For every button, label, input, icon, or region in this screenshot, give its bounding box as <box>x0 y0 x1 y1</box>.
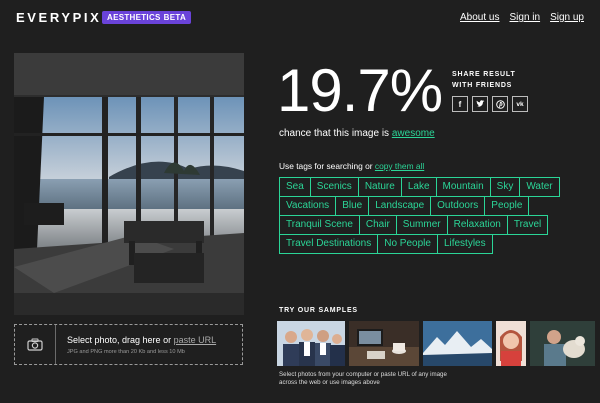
awesome-word: awesome <box>391 128 435 139</box>
tag-lifestyles[interactable]: Lifestyles <box>436 234 493 254</box>
tag-lake[interactable]: Lake <box>400 177 437 197</box>
tag-water[interactable]: Water <box>519 177 560 197</box>
tag-relaxation[interactable]: Relaxation <box>446 215 508 235</box>
tag-blue[interactable]: Blue <box>335 196 370 216</box>
awesome-percentage: 19.7% <box>277 57 443 124</box>
tag-no-people[interactable]: No People <box>377 234 438 254</box>
analyzed-photo <box>14 53 244 315</box>
tag-tranquil-scene[interactable]: Tranquil Scene <box>279 215 360 235</box>
tag-list: Sea Scenics Nature Lake Mountain Sky Wat… <box>279 177 574 254</box>
badge-label: AESTHETICS <box>107 13 161 22</box>
chance-prefix: chance that this image is <box>279 128 392 139</box>
aesthetics-badge: AESTHETICS BETA <box>102 11 192 24</box>
sample-thumbnails <box>277 321 595 366</box>
sample-mountain-lake[interactable] <box>423 321 492 366</box>
tag-scenics[interactable]: Scenics <box>309 177 359 197</box>
tag-outdoors[interactable]: Outdoors <box>430 196 486 216</box>
upload-instruction: Select photo, drag here or paste URL <box>67 335 216 345</box>
top-nav: About us Sign in Sign up <box>460 12 584 23</box>
tag-summer[interactable]: Summer <box>395 215 448 235</box>
share-title-line1: SHARE RESULT <box>452 71 516 78</box>
top-bar: EVERYPIXEL AESTHETICS BETA About us Sign … <box>0 0 600 36</box>
upload-dropzone[interactable]: Select photo, drag here or paste URL JPG… <box>14 324 243 365</box>
tag-nature[interactable]: Nature <box>357 177 402 197</box>
facebook-icon[interactable]: f <box>452 96 468 112</box>
sign-up-link[interactable]: Sign up <box>550 12 584 23</box>
tags-label: Use tags for searching or copy them all <box>279 161 424 171</box>
tag-people[interactable]: People <box>484 196 530 216</box>
paste-url-link[interactable]: paste URL <box>174 335 217 345</box>
samples-title: TRY OUR SAMPLES <box>279 307 358 314</box>
share-title-line2: WITH FRIENDS <box>452 82 513 89</box>
beta-label: BETA <box>163 13 187 22</box>
sample-business-people[interactable] <box>277 321 345 366</box>
sample-smiling-girl[interactable] <box>496 321 526 366</box>
pinterest-icon[interactable] <box>492 96 508 112</box>
upload-requirements: JPG and PNG more than 20 Kb and less 10 … <box>67 349 185 355</box>
copy-all-tags-link[interactable]: copy them all <box>375 161 424 171</box>
about-us-link[interactable]: About us <box>460 12 499 23</box>
tag-mountain[interactable]: Mountain <box>435 177 491 197</box>
tag-sea[interactable]: Sea <box>279 177 311 197</box>
tag-travel-destinations[interactable]: Travel Destinations <box>279 234 379 254</box>
tags-label-text: Use tags for searching or <box>279 161 375 171</box>
tag-sky[interactable]: Sky <box>489 177 521 197</box>
sign-in-link[interactable]: Sign in <box>510 12 541 23</box>
camera-icon[interactable] <box>15 325 56 364</box>
tag-landscape[interactable]: Landscape <box>368 196 432 216</box>
vk-icon[interactable]: vk <box>512 96 528 112</box>
share-title: SHARE RESULT WITH FRIENDS <box>452 69 532 91</box>
tag-vacations[interactable]: Vacations <box>279 196 337 216</box>
sample-dog-person[interactable] <box>530 321 595 366</box>
samples-note: Select photos from your computer or past… <box>279 371 447 386</box>
sample-coffee-desk[interactable] <box>349 321 419 366</box>
chance-text: chance that this image is awesome <box>279 128 435 139</box>
twitter-icon[interactable] <box>472 96 488 112</box>
tag-chair[interactable]: Chair <box>358 215 397 235</box>
share-buttons: f vk <box>452 96 528 112</box>
tag-travel[interactable]: Travel <box>506 215 549 235</box>
upload-instruction-text: Select photo, drag here or <box>67 335 174 345</box>
